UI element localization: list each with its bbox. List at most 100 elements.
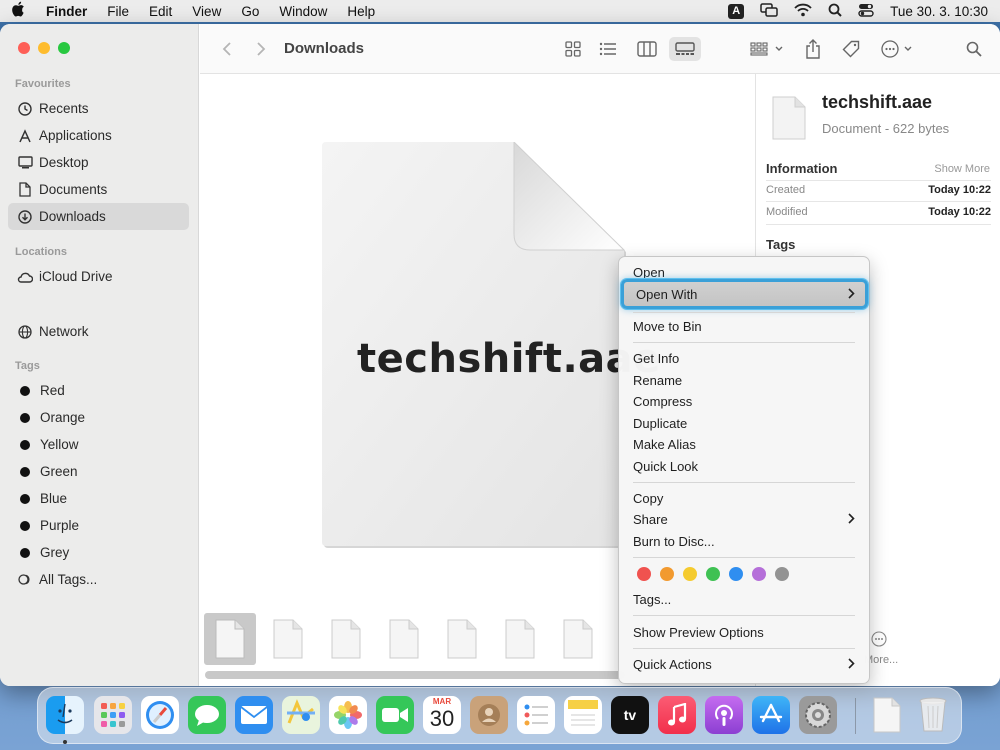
sidebar-tag-red[interactable]: Red [8, 377, 189, 404]
apple-menu-icon[interactable] [0, 1, 36, 21]
sidebar-tag-green[interactable]: Green [8, 458, 189, 485]
menu-item-duplicate[interactable]: Duplicate [625, 413, 863, 434]
menu-view[interactable]: View [182, 4, 231, 19]
icon-view-button[interactable] [562, 37, 584, 61]
calendar-icon[interactable]: MAR 30 [423, 696, 461, 734]
share-icon[interactable] [803, 37, 823, 61]
tag-color-green[interactable] [706, 567, 720, 581]
thumbnail-item[interactable] [436, 613, 488, 665]
menu-item-make-alias[interactable]: Make Alias [625, 434, 863, 455]
zoom-window-button[interactable] [58, 42, 70, 54]
menubar-clock[interactable]: Tue 30. 3. 10:30 [890, 4, 988, 19]
sidebar-tag-blue[interactable]: Blue [8, 485, 189, 512]
thumbnail-item[interactable] [204, 613, 256, 665]
menu-separator [633, 342, 855, 343]
menu-edit[interactable]: Edit [139, 4, 182, 19]
show-more-link[interactable]: Show More [934, 163, 990, 175]
podcasts-icon[interactable] [705, 696, 743, 734]
wifi-icon[interactable] [794, 3, 812, 20]
tag-color-orange[interactable] [660, 567, 674, 581]
thumbnail-item[interactable] [320, 613, 372, 665]
tag-dot-icon [20, 385, 30, 396]
sidebar-item-applications[interactable]: Applications [8, 122, 189, 149]
sidebar-item-network[interactable]: Network [8, 318, 189, 345]
globe-icon [17, 324, 33, 340]
sidebar-item-recents[interactable]: Recents [8, 95, 189, 122]
thumbnail-item[interactable] [494, 613, 546, 665]
minimize-window-button[interactable] [38, 42, 50, 54]
menu-item-burn-to-disc[interactable]: Burn to Disc... [625, 531, 863, 552]
column-view-button[interactable] [636, 37, 658, 61]
menu-go[interactable]: Go [231, 4, 269, 19]
tag-color-red[interactable] [637, 567, 651, 581]
thumbnail-item[interactable] [378, 613, 430, 665]
menu-window[interactable]: Window [269, 4, 337, 19]
mail-icon[interactable] [235, 696, 273, 734]
list-view-button[interactable] [597, 37, 619, 61]
search-icon[interactable] [964, 37, 984, 61]
screen-mirroring-icon[interactable] [760, 2, 778, 20]
facetime-icon[interactable] [376, 696, 414, 734]
thumbnail-item[interactable] [262, 613, 314, 665]
tag-color-grey[interactable] [775, 567, 789, 581]
menu-item-show-preview-options[interactable]: Show Preview Options [625, 622, 863, 643]
maps-icon[interactable] [282, 696, 320, 734]
menu-item-quick-actions[interactable]: Quick Actions [625, 654, 863, 675]
sidebar-item-documents[interactable]: Documents [8, 176, 189, 203]
sidebar-tag-yellow[interactable]: Yellow [8, 431, 189, 458]
menu-item-share[interactable]: Share [625, 509, 863, 530]
desktop-icon [17, 155, 33, 171]
finder-icon[interactable] [46, 696, 84, 734]
safari-icon[interactable] [141, 696, 179, 734]
sidebar-item-downloads[interactable]: Downloads [8, 203, 189, 230]
photos-icon[interactable] [329, 696, 367, 734]
menu-item-copy[interactable]: Copy [625, 488, 863, 509]
gallery-view-button[interactable] [669, 37, 701, 61]
tag-color-purple[interactable] [752, 567, 766, 581]
messages-icon[interactable] [188, 696, 226, 734]
menu-help[interactable]: Help [337, 4, 385, 19]
thumbnail-item[interactable] [552, 613, 604, 665]
tag-icon[interactable] [840, 37, 862, 61]
sidebar-tag-grey[interactable]: Grey [8, 539, 189, 566]
sidebar-item-label: Recents [39, 101, 89, 116]
menu-item-tags[interactable]: Tags... [625, 589, 863, 610]
notes-icon[interactable] [564, 696, 602, 734]
reminders-icon[interactable] [517, 696, 555, 734]
menu-item-open-with[interactable]: Open With [621, 279, 868, 309]
menu-item-get-info[interactable]: Get Info [625, 348, 863, 369]
more-circle-icon[interactable] [871, 631, 887, 647]
tag-color-yellow[interactable] [683, 567, 697, 581]
sidebar-item-label: Documents [39, 182, 108, 197]
apple-tv-icon[interactable]: tv [611, 696, 649, 734]
more-actions-icon[interactable] [880, 37, 916, 61]
trash-icon[interactable] [914, 696, 952, 734]
menu-finder[interactable]: Finder [36, 4, 97, 19]
document-stack-icon[interactable] [868, 696, 906, 734]
menu-item-move-to-bin[interactable]: Move to Bin [625, 316, 863, 337]
music-icon[interactable] [658, 696, 696, 734]
menu-item-quick-look[interactable]: Quick Look [625, 456, 863, 477]
menu-file[interactable]: File [97, 4, 139, 19]
group-by-button[interactable] [748, 37, 786, 61]
menu-item-compress[interactable]: Compress [625, 391, 863, 412]
sidebar-all-tags[interactable]: All Tags... [8, 566, 189, 593]
sidebar-item-icloud-drive[interactable]: iCloud Drive [8, 263, 189, 290]
sidebar-item-desktop[interactable]: Desktop [8, 149, 189, 176]
system-preferences-icon[interactable] [799, 696, 837, 734]
sidebar-tag-orange[interactable]: Orange [8, 404, 189, 431]
sidebar-tag-purple[interactable]: Purple [8, 512, 189, 539]
dock-separator [855, 698, 856, 734]
app-store-icon[interactable] [752, 696, 790, 734]
contacts-icon[interactable] [470, 696, 508, 734]
scrollbar-thumb[interactable] [205, 671, 625, 679]
menu-item-rename[interactable]: Rename [625, 370, 863, 391]
launchpad-icon[interactable] [94, 696, 132, 734]
forward-button[interactable] [252, 40, 270, 58]
tag-color-blue[interactable] [729, 567, 743, 581]
control-center-icon[interactable] [858, 3, 874, 20]
input-source-icon[interactable]: A [728, 3, 745, 19]
close-window-button[interactable] [18, 42, 30, 54]
back-button[interactable] [218, 40, 236, 58]
spotlight-search-icon[interactable] [828, 3, 842, 20]
